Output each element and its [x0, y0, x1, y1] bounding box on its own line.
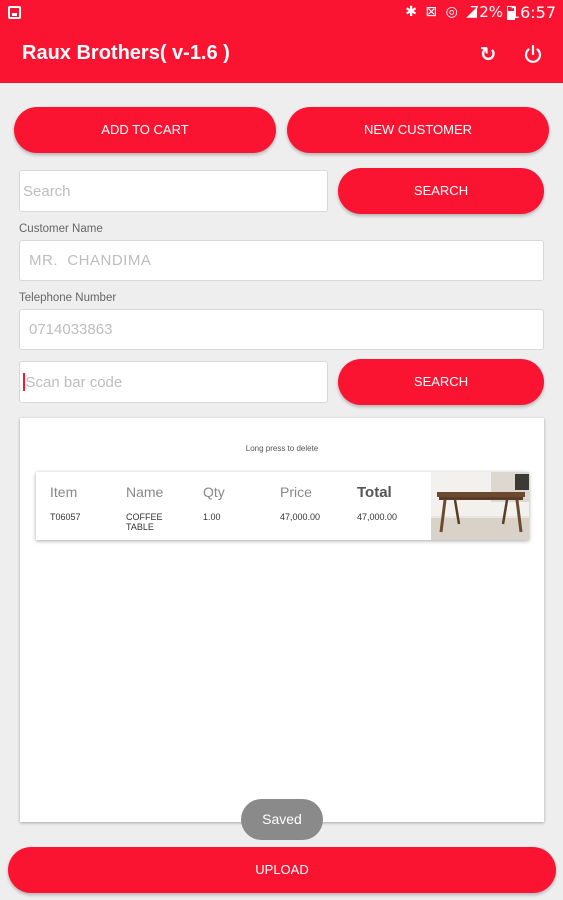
cell-price: 47,000.00: [280, 512, 321, 522]
telephone-field[interactable]: 0714033863: [19, 309, 544, 350]
new-customer-button[interactable]: NEW CUSTOMER: [287, 107, 549, 153]
column-header-price: Price: [280, 484, 312, 500]
barcode-search-button[interactable]: SEARCH: [338, 359, 544, 405]
search-placeholder: Search: [23, 182, 71, 200]
column-header-total: Total: [357, 484, 392, 501]
barcode-placeholder: Scan bar code: [25, 373, 123, 391]
customer-name-value: MR. CHANDIMA: [29, 252, 152, 269]
app-bar: ✱ ⊠ ◎ ◢ 72% 16:57 Raux Brothers( v-1.6 )…: [0, 0, 563, 83]
saved-toast: Saved: [241, 799, 323, 840]
search-input[interactable]: Search: [19, 170, 328, 212]
add-to-cart-button[interactable]: ADD TO CART: [14, 107, 276, 153]
image-notification-icon: [8, 6, 21, 19]
barcode-input[interactable]: Scan bar code: [19, 361, 328, 403]
search-button[interactable]: SEARCH: [338, 168, 544, 214]
customer-name-field[interactable]: MR. CHANDIMA: [19, 240, 544, 281]
cell-item: T06057: [50, 512, 81, 522]
text-cursor: [23, 373, 25, 391]
customer-name-label: Customer Name: [19, 223, 103, 235]
battery-percent: 72%: [469, 3, 503, 21]
cell-total: 47,000.00: [357, 512, 398, 522]
telephone-value: 0714033863: [29, 321, 113, 338]
cell-qty: 1.00: [203, 512, 221, 522]
product-thumbnail: [431, 472, 529, 540]
status-bar: ✱ ⊠ ◎ ◢ 72% 16:57: [0, 0, 563, 26]
upload-button[interactable]: UPLOAD: [8, 847, 556, 893]
telephone-label: Telephone Number: [19, 292, 117, 304]
cart-item-card[interactable]: Item Name Qty Price Total T06057 COFFEE …: [36, 472, 529, 540]
power-icon[interactable]: [522, 43, 544, 65]
cell-name: COFFEE TABLE: [126, 512, 163, 532]
long-press-hint: Long press to delete: [245, 444, 319, 453]
column-header-qty: Qty: [203, 484, 225, 500]
cart-panel: Long press to delete Item Name Qty Price…: [20, 418, 544, 822]
column-header-item: Item: [50, 484, 78, 500]
clock: 16:57: [509, 3, 556, 22]
status-icons: ✱ ⊠ ◎ ◢: [405, 4, 479, 20]
refresh-icon[interactable]: ↻: [477, 43, 499, 65]
app-title: Raux Brothers( v-1.6 ): [22, 42, 230, 64]
column-header-name: Name: [126, 484, 164, 500]
